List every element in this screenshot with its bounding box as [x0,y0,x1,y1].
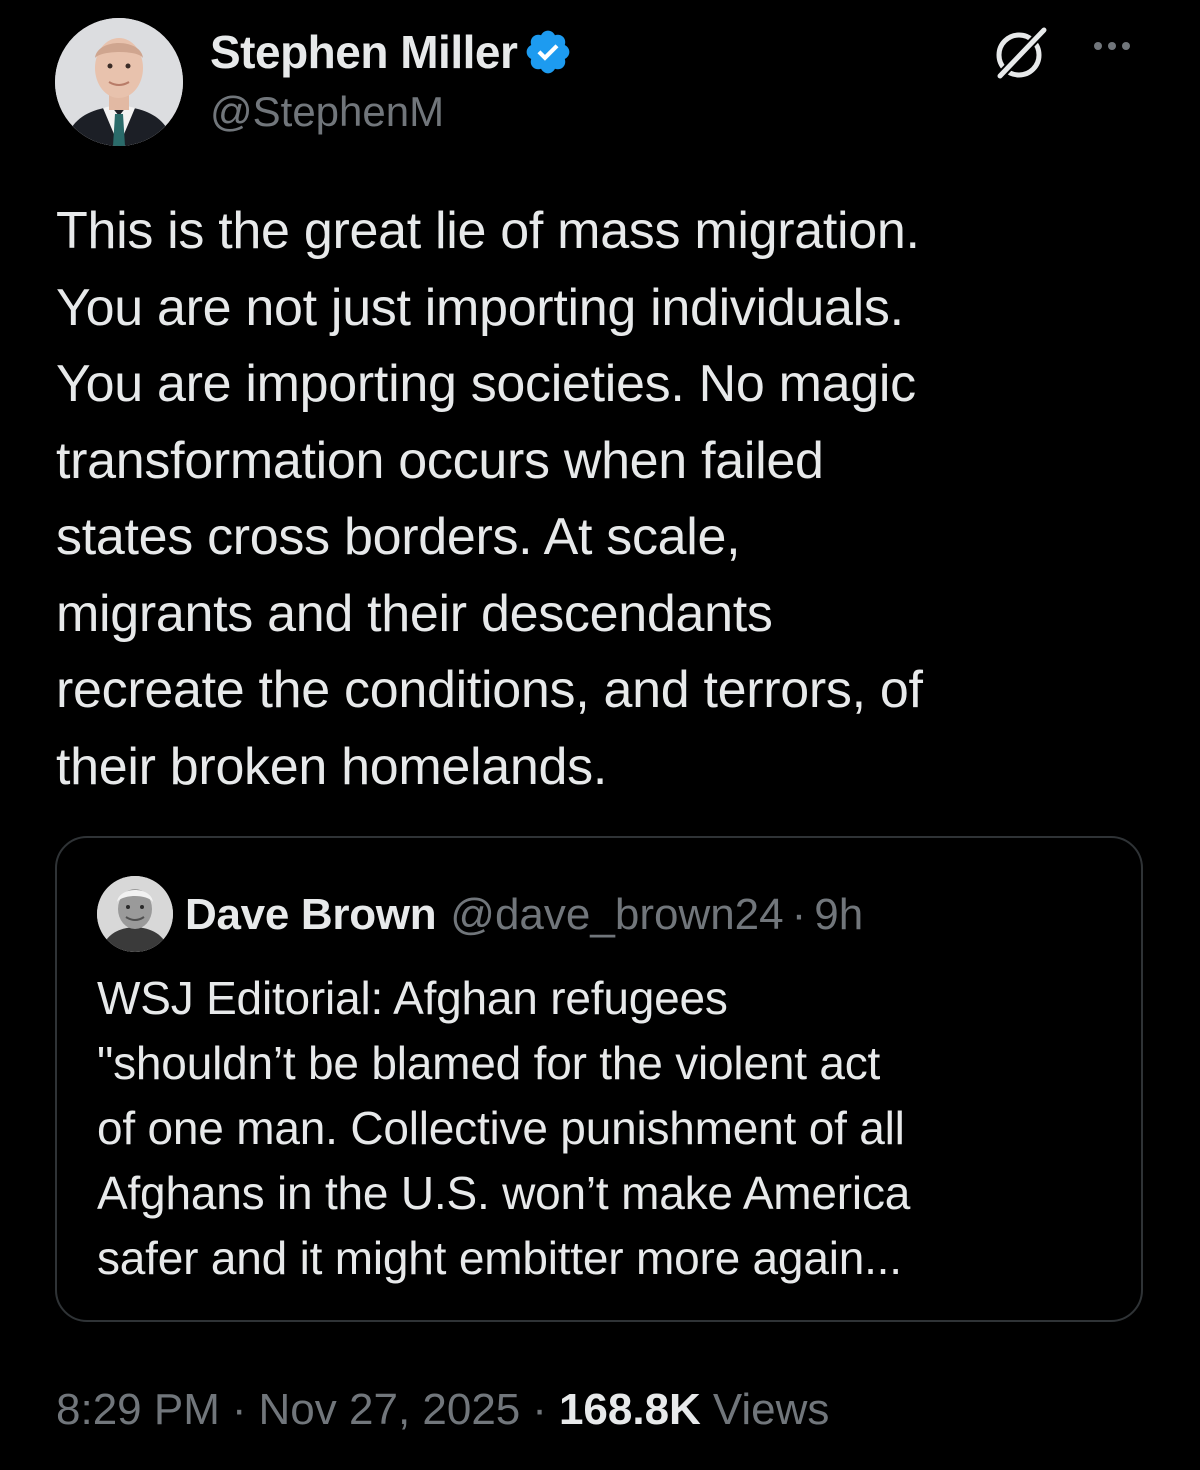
quoted-tweet-separator: · [791,890,807,939]
tweet-text: This is the great lie of mass migration.… [56,193,1156,805]
quoted-author-avatar-image [97,876,173,952]
views-label[interactable]: Views [713,1385,830,1435]
author-name-row: Stephen Miller [210,22,573,82]
quoted-tweet-text-line: Afghans in the U.S. won’t make America [97,1167,911,1219]
quoted-author-avatar[interactable] [97,876,173,952]
tweet-date[interactable]: Nov 27, 2025 [259,1385,521,1435]
tweet-meta: 8:29 PM · Nov 27, 2025 · 168.8K Views [56,1378,829,1442]
tweet-text-line: transformation occurs when failed [56,431,824,490]
tweet-text-line: states cross borders. At scale, [56,508,741,566]
tweet-text-line: migrants and their descendants [56,584,773,643]
quoted-tweet-header: Dave Brown @dave_brown24 · 9h [185,883,863,947]
verified-badge-icon[interactable] [523,27,573,77]
author-avatar-image [55,18,183,146]
tweet-time[interactable]: 8:29 PM [56,1385,220,1435]
tweet-detail: Stephen Miller @StephenM This is the gre… [0,0,1200,1470]
tweet-text-line: recreate the conditions, and terrors, of [56,661,923,719]
quoted-tweet-text-line: of one man. Collective punishment of all [97,1102,905,1154]
quoted-author-handle[interactable]: @dave_brown24 [450,890,783,940]
quoted-tweet-text-line: safer and it might embitter more again..… [97,1232,902,1284]
meta-separator: · [532,1385,547,1434]
tweet-text-line: This is the great lie of mass migration. [56,202,920,260]
quoted-author-name[interactable]: Dave Brown [185,890,437,940]
quoted-tweet-text: WSJ Editorial: Afghan refugees "shouldn’… [97,966,1117,1291]
tweet-text-line: You are not just importing individuals. [56,278,904,337]
grok-icon[interactable] [990,22,1052,84]
author-avatar[interactable] [55,18,183,146]
more-dots-icon[interactable] [1082,26,1142,66]
quoted-tweet-time[interactable]: 9h [814,890,863,940]
quoted-tweet-text-line: WSJ Editorial: Afghan refugees [97,972,728,1024]
views-count[interactable]: 168.8K [559,1385,701,1435]
author-display-name[interactable]: Stephen Miller [210,25,518,79]
author-handle[interactable]: @StephenM [210,88,444,136]
quoted-tweet-text-line: "shouldn’t be blamed for the violent act [97,1037,881,1089]
tweet-text-line: their broken homelands. [56,737,607,796]
meta-separator: · [231,1385,247,1434]
tweet-text-line: You are importing societies. No magic [56,355,916,413]
quoted-tweet-card[interactable]: Dave Brown @dave_brown24 · 9h WSJ Editor… [55,836,1143,1322]
